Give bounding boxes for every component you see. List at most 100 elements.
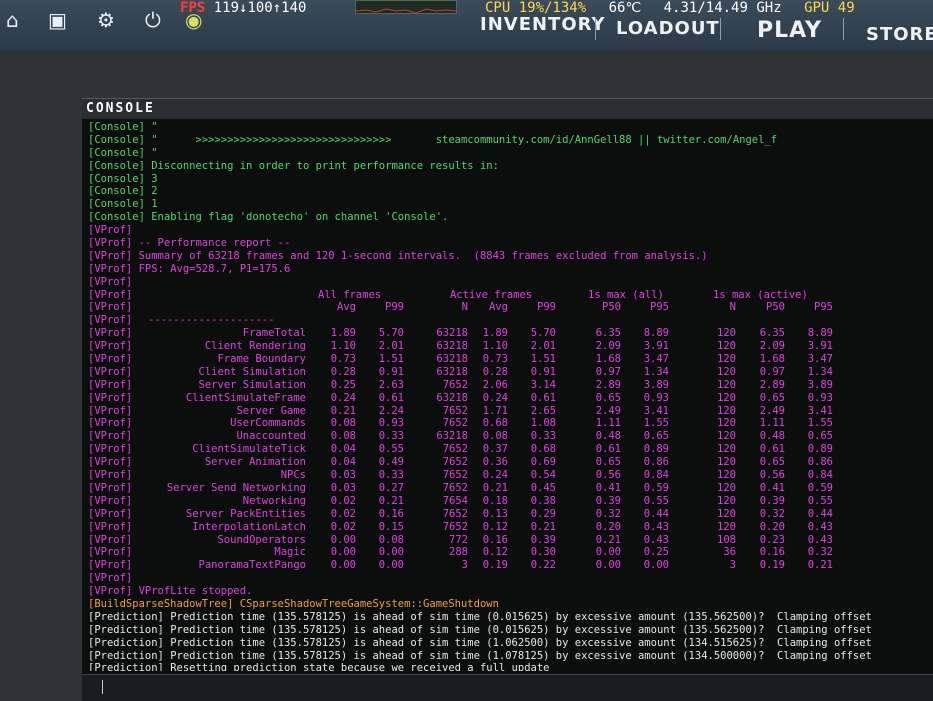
row-value: 0.44	[643, 507, 669, 520]
row-value: 0.68	[482, 417, 508, 430]
row-value: 120	[717, 327, 736, 340]
row-value: 1.68	[595, 353, 621, 366]
row-value: 0.03	[330, 469, 356, 482]
row-value: 0.93	[807, 391, 833, 404]
row-value: 2.63	[378, 378, 404, 391]
row-value: 0.37	[482, 443, 508, 456]
column-group-header: 1s max (active)	[713, 288, 808, 301]
row-value: 0.08	[378, 533, 404, 546]
row-value: 3.91	[807, 340, 833, 353]
log-prefix: [Prediction]	[88, 636, 164, 649]
row-value: 0.08	[330, 417, 356, 430]
row-value: 7652	[442, 417, 468, 430]
gear-icon[interactable]: ⚙	[97, 8, 115, 32]
row-value: 0.28	[482, 365, 508, 378]
row-value: 0.12	[482, 546, 508, 559]
row-name: Server Game	[236, 404, 306, 417]
table-row: [VProf] FrameTotal 1.89 5.70 63218 1.89 5.70 6.…	[88, 327, 933, 340]
column-group-header: 1s max (all)	[588, 288, 664, 301]
log-line: [Console] " >>>>>>>>>>>>>>>>>>>>>>>>>>>>…	[88, 134, 933, 147]
log-prefix: [VProf]	[88, 456, 133, 469]
row-value: 0.33	[378, 430, 404, 443]
row-value: 0.73	[482, 353, 508, 366]
row-value: 7652	[442, 481, 468, 494]
row-name: Server Send Networking	[166, 481, 306, 494]
log-prefix: [Console]	[88, 198, 145, 211]
nav-store[interactable]: STORE	[866, 24, 933, 45]
row-value: 0.03	[330, 481, 356, 494]
row-value: 0.43	[807, 520, 833, 533]
log-text: Enabling flag 'donotecho' on channel 'Co…	[151, 211, 449, 224]
log-line: [Console] 1	[88, 198, 933, 211]
row-value: 0.91	[378, 365, 404, 378]
row-value: 2.89	[759, 378, 785, 391]
column-group-header: Active frames	[450, 288, 533, 301]
log-line: [Prediction] Prediction time (135.578125…	[88, 611, 933, 624]
row-value: 3.47	[643, 353, 669, 366]
log-prefix: [Console]	[88, 146, 145, 159]
table-row: [VProf] InterpolationLatch 0.02 0.15 7652 0.1…	[88, 521, 933, 534]
row-value: 120	[717, 443, 736, 456]
log-prefix: [Console]	[88, 211, 145, 224]
row-value: 0.33	[378, 469, 404, 482]
row-value: 0.13	[482, 507, 508, 520]
row-value: 0.93	[643, 391, 669, 404]
log-prefix: [Console]	[88, 121, 145, 133]
log-line: [VProf] FPS: Avg=528.7, P1=175.6	[88, 263, 933, 276]
log-prefix: [VProf]	[88, 559, 133, 572]
log-line: [VProf]	[88, 276, 933, 289]
nav-play[interactable]: PLAY	[757, 18, 822, 43]
log-prefix: [Console]	[88, 159, 145, 172]
log-line: [Prediction] Prediction time (135.578125…	[88, 637, 933, 650]
log-prefix: [VProf]	[88, 417, 133, 430]
row-value: 0.61	[378, 391, 404, 404]
log-prefix: [VProf]	[88, 249, 133, 262]
table-row: [VProf] Server PackEntities 0.02 0.16 7652 0.…	[88, 508, 933, 521]
row-value: 1.55	[643, 417, 669, 430]
log-prefix: [VProf]	[88, 520, 133, 533]
row-value: 1.55	[807, 417, 833, 430]
row-name: Client Rendering	[204, 340, 306, 353]
table-rule-line: [VProf] --------------------	[88, 314, 933, 327]
row-value: 0.61	[530, 391, 556, 404]
row-value: 36	[723, 546, 736, 559]
column-header: P50	[766, 301, 785, 314]
row-value: 0.68	[530, 443, 556, 456]
row-value: 8.89	[643, 327, 669, 340]
power-icon[interactable]: ⏻	[145, 8, 161, 32]
log-prefix: [Console]	[88, 133, 145, 146]
text-caret	[102, 680, 103, 694]
table-row: [VProf] Frame Boundary 0.73 1.51 63218 0.73 1.…	[88, 353, 933, 366]
row-value: 0.65	[595, 391, 621, 404]
tv-icon[interactable]: ▣	[48, 8, 67, 32]
nav-inventory[interactable]: INVENTORY	[480, 14, 606, 35]
row-value: 3.89	[807, 378, 833, 391]
row-value: 0.00	[330, 533, 356, 546]
log-prefix: [VProf]	[88, 237, 133, 250]
row-value: 3.41	[807, 404, 833, 417]
row-value: 1.10	[482, 340, 508, 353]
row-value: 0.24	[482, 469, 508, 482]
home-icon[interactable]: ⌂	[6, 8, 19, 32]
row-value: 6.35	[759, 327, 785, 340]
row-name: NPCs	[280, 469, 306, 482]
row-value: 0.27	[378, 481, 404, 494]
log-line: [Console] 2	[88, 185, 933, 198]
console-input[interactable]	[82, 674, 933, 701]
column-header: N	[461, 301, 468, 314]
log-line: [Console] Disconnecting in order to prin…	[88, 160, 933, 173]
log-prefix: [VProf]	[88, 340, 133, 353]
row-value: 1.08	[530, 417, 556, 430]
console-log[interactable]: [Console] " [Console] " >>>>>>>>>>>>>>>>>…	[88, 121, 933, 671]
row-value: 1.51	[378, 353, 404, 366]
row-value: 0.00	[595, 559, 621, 572]
log-line: [Prediction] Prediction time (135.578125…	[88, 650, 933, 663]
gpu-usage: GPU 49	[804, 0, 855, 16]
nav-loadout[interactable]: LOADOUT	[616, 18, 720, 39]
row-value: 3.91	[643, 340, 669, 353]
row-value: 120	[717, 494, 736, 507]
row-name: Unaccounted	[236, 430, 306, 443]
row-value: 0.65	[643, 430, 669, 443]
row-value: 0.38	[530, 494, 556, 507]
row-value: 0.69	[530, 456, 556, 469]
